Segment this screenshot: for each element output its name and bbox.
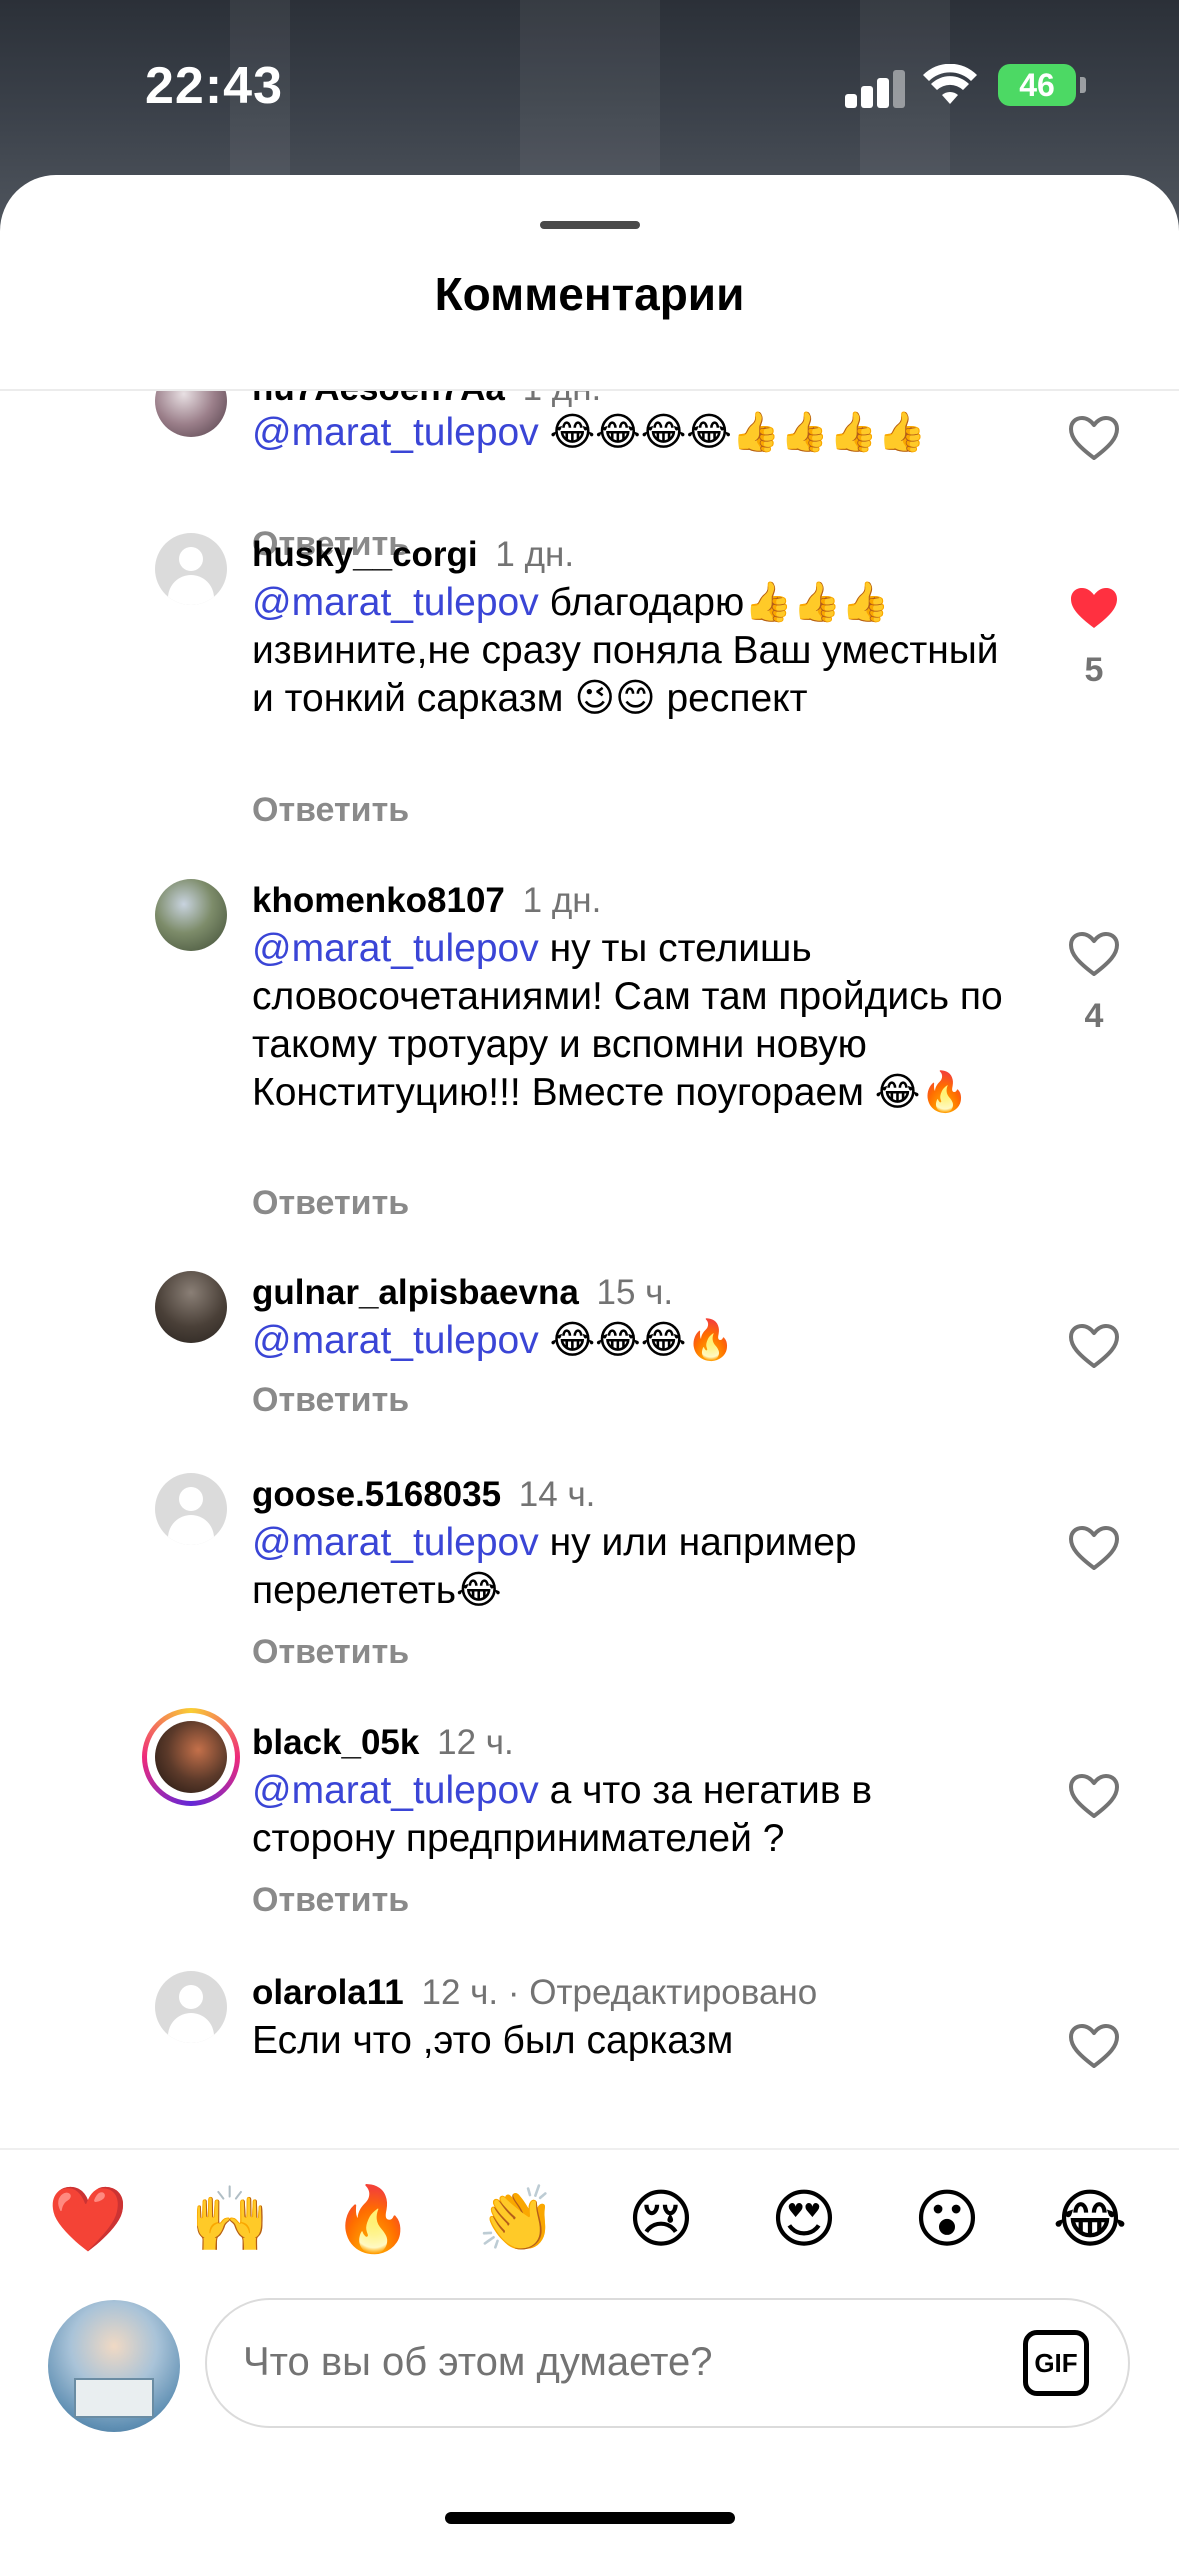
comment-meta: goose.5168035 14 ч. — [252, 1473, 595, 1517]
comment-text: Если что ,это был сарказм — [252, 2017, 1012, 2065]
comment-meta: khomenko8107 1 дн. — [252, 879, 601, 923]
reaction-clap[interactable]: 👏 — [477, 2180, 557, 2260]
comment-username[interactable]: nu7Aesoen7Aa — [252, 391, 505, 408]
comment-time: 1 дн. — [495, 535, 575, 574]
heart-outline-icon — [1069, 2024, 1119, 2068]
reaction-heart-eyes[interactable]: 😍 — [764, 2180, 844, 2260]
comment-text: @marat_tulepov ну или например перелетет… — [252, 1519, 1012, 1615]
comment-input-placeholder: Что вы об этом думаете? — [243, 2340, 713, 2384]
gif-button[interactable]: GIF — [1023, 2330, 1089, 2396]
comment-time: 14 ч. — [518, 1475, 596, 1514]
avatar[interactable] — [155, 879, 227, 951]
status-bar: 22:43 46 — [0, 0, 1179, 175]
comment-text: @marat_tulepov 😂😂😂😂👍👍👍👍 — [252, 409, 1012, 457]
avatar[interactable] — [155, 1721, 227, 1793]
mention-link[interactable]: @marat_tulepov — [252, 1769, 539, 1812]
reaction-raised-hands[interactable]: 🙌 — [190, 2180, 270, 2260]
sheet-grabber[interactable] — [540, 221, 640, 229]
comment-meta: gulnar_alpisbaevna 15 ч. — [252, 1271, 673, 1315]
mention-link[interactable]: @marat_tulepov — [252, 411, 539, 454]
comment-time: 1 дн. — [522, 881, 602, 920]
heart-outline-icon — [1069, 932, 1119, 976]
comment-username[interactable]: goose.5168035 — [252, 1475, 501, 1514]
sheet-title: Комментарии — [434, 268, 745, 320]
comment-username[interactable]: black_05k — [252, 1723, 419, 1762]
comments-list[interactable]: nu7Aesoen7Aa 1 дн. @marat_tulepov 😂😂😂😂👍👍… — [0, 391, 1179, 2328]
comment-username[interactable]: gulnar_alpisbaevna — [252, 1273, 579, 1312]
like-button[interactable] — [1068, 1525, 1120, 1571]
reaction-laughing[interactable]: 😂 — [1050, 2180, 1130, 2260]
comment-time: 12 ч. — [421, 1973, 499, 2012]
reply-button[interactable]: Ответить — [252, 1184, 409, 1223]
mention-link[interactable]: @marat_tulepov — [252, 1319, 539, 1362]
wifi-icon — [923, 64, 977, 104]
reaction-fire[interactable]: 🔥 — [333, 2180, 413, 2260]
home-indicator — [445, 2512, 735, 2524]
comment-body: 😂😂😂😂👍👍👍👍 — [538, 411, 927, 454]
like-button[interactable] — [1068, 2023, 1120, 2069]
current-user-avatar — [48, 2300, 180, 2432]
reply-button[interactable]: Ответить — [252, 1633, 409, 1672]
comment-body: 😂😂😂🔥 — [538, 1319, 735, 1362]
mention-link[interactable]: @marat_tulepov — [252, 927, 539, 970]
comment-text: @marat_tulepov а что за негатив в сторон… — [252, 1767, 1012, 1863]
avatar[interactable] — [155, 533, 227, 605]
comment-username[interactable]: khomenko8107 — [252, 881, 505, 920]
heart-outline-icon — [1069, 1324, 1119, 1368]
comment-text: @marat_tulepov благодарю👍👍👍 извините,не … — [252, 579, 1012, 723]
reply-button[interactable]: Ответить — [252, 1881, 409, 1920]
like-count: 4 — [1084, 997, 1104, 1035]
heart-outline-icon — [1069, 416, 1119, 460]
battery-indicator: 46 — [998, 64, 1076, 106]
reaction-surprised[interactable]: 😮 — [907, 2180, 987, 2260]
battery-tip — [1080, 77, 1086, 93]
like-count: 5 — [1084, 651, 1104, 689]
comment-input[interactable]: Что вы об этом думаете? GIF — [205, 2298, 1130, 2428]
like-button[interactable] — [1068, 931, 1120, 977]
comment-meta: olarola11 12 ч. · Отредактировано — [252, 1971, 817, 2015]
comment-time: 12 ч. — [437, 1723, 514, 1762]
heart-outline-icon — [1069, 1526, 1119, 1570]
reaction-heart[interactable]: ❤️ — [48, 2180, 128, 2260]
quick-reactions-bar: ❤️ 🙌 🔥 👏 😢 😍 😮 😂 — [0, 2148, 1179, 2283]
reply-button[interactable]: Ответить — [252, 1381, 409, 1420]
heart-filled-icon — [1071, 588, 1117, 628]
reaction-crying[interactable]: 😢 — [621, 2180, 701, 2260]
comment-time: 1 дн. — [523, 391, 602, 408]
status-time: 22:43 — [145, 57, 283, 115]
comment-username[interactable]: husky__corgi — [252, 535, 478, 574]
edited-label: · Отредактировано — [498, 1973, 818, 2012]
cellular-signal-icon — [845, 70, 905, 108]
comment-meta: black_05k 12 ч. — [252, 1721, 514, 1765]
avatar[interactable] — [155, 1473, 227, 1545]
comment-text: @marat_tulepov ну ты стелишь словосочета… — [252, 925, 1012, 1117]
comment-body: Если что ,это был сарказм — [252, 2019, 734, 2062]
comment-meta: nu7Aesoen7Aa 1 дн. — [252, 391, 601, 411]
mention-link[interactable]: @marat_tulepov — [252, 581, 539, 624]
like-button[interactable] — [1068, 415, 1120, 461]
avatar[interactable] — [155, 1971, 227, 2043]
like-button[interactable] — [1068, 585, 1120, 631]
reply-button[interactable]: Ответить — [252, 791, 409, 830]
like-button[interactable] — [1068, 1323, 1120, 1369]
like-button[interactable] — [1068, 1773, 1120, 1819]
comment-time: 15 ч. — [596, 1273, 674, 1312]
comment-meta: husky__corgi 1 дн. — [252, 533, 574, 577]
heart-outline-icon — [1069, 1774, 1119, 1818]
mention-link[interactable]: @marat_tulepov — [252, 1521, 539, 1564]
comment-text: @marat_tulepov 😂😂😂🔥 — [252, 1317, 1012, 1365]
avatar[interactable] — [155, 1271, 227, 1343]
avatar[interactable] — [155, 391, 227, 437]
comment-username[interactable]: olarola11 — [252, 1973, 404, 2012]
